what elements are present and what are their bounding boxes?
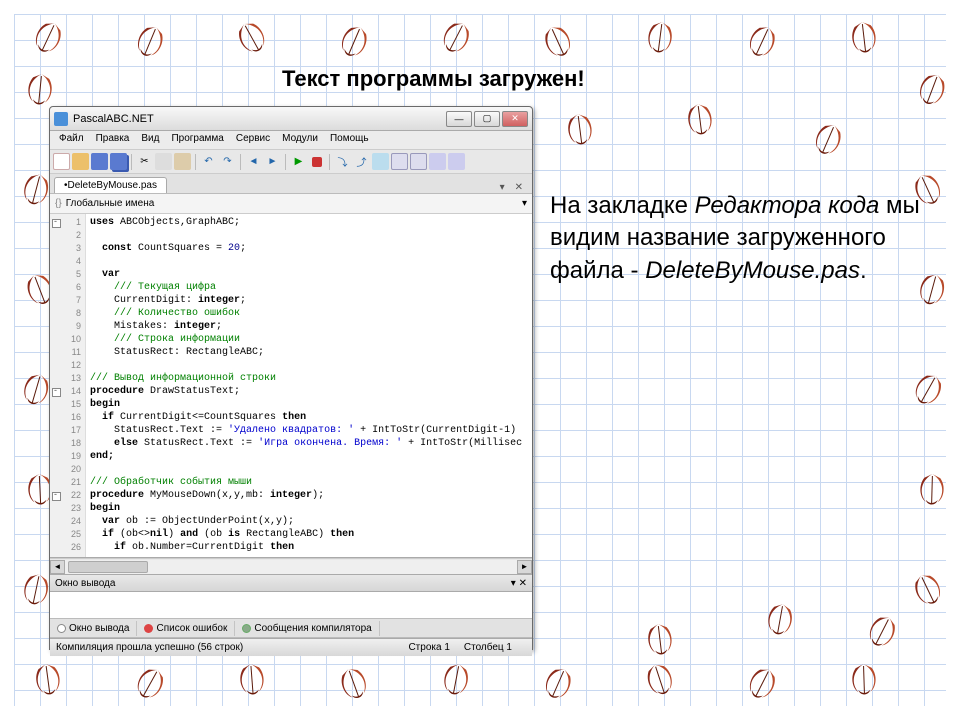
leaf-decoration: [558, 108, 603, 153]
ide-window: PascalABC.NET — ▢ ✕ Файл Правка Вид Прог…: [49, 106, 533, 650]
window-title: PascalABC.NET: [73, 113, 446, 125]
scroll-track[interactable]: [65, 560, 517, 574]
menu-program[interactable]: Программа: [165, 131, 229, 149]
menu-modules[interactable]: Модули: [276, 131, 324, 149]
leaf-decoration: [757, 597, 803, 643]
stepinto-icon[interactable]: ⤵: [334, 153, 351, 170]
toolbar: ✂ ↶ ↷ ◄ ► ▶ ⤵ ⤴: [50, 150, 532, 174]
tab-dropdown-icon[interactable]: ▾: [495, 182, 510, 193]
code-area[interactable]: uses ABCObjects,GraphABC; const CountSqu…: [86, 214, 532, 557]
line-gutter: 1234567891011121314151617181920212223242…: [50, 214, 86, 557]
close-button[interactable]: ✕: [502, 111, 528, 127]
redo-icon[interactable]: ↷: [219, 153, 236, 170]
menu-service[interactable]: Сервис: [230, 131, 276, 149]
tab-compiler[interactable]: Сообщения компилятора: [235, 621, 379, 636]
stepover-icon[interactable]: ⤴: [353, 153, 370, 170]
save-icon[interactable]: [91, 153, 108, 170]
minimize-button[interactable]: —: [446, 111, 472, 127]
editor-tab[interactable]: •DeleteByMouse.pas: [54, 177, 167, 193]
panel1-icon[interactable]: [429, 153, 446, 170]
leaf-decoration: [26, 658, 71, 703]
chevron-down-icon: ▾: [522, 198, 527, 209]
app-icon: [54, 112, 68, 126]
open-icon[interactable]: [72, 153, 89, 170]
scroll-left-icon[interactable]: ◄: [50, 560, 65, 574]
slide-description: На закладке Редактора кода мы видим назв…: [550, 190, 930, 287]
status-column: Столбец 1: [464, 642, 512, 653]
panel-close-icon[interactable]: ✕: [519, 578, 527, 589]
leaf-decoration: [843, 659, 884, 700]
tab-close-icon[interactable]: ✕: [510, 182, 528, 193]
saveall-icon[interactable]: [110, 153, 127, 170]
tab-output[interactable]: Окно вывода: [50, 621, 137, 636]
compile-icon[interactable]: [372, 153, 389, 170]
scroll-right-icon[interactable]: ►: [517, 560, 532, 574]
titlebar[interactable]: PascalABC.NET — ▢ ✕: [50, 107, 532, 131]
horizontal-scrollbar[interactable]: ◄ ►: [50, 558, 532, 574]
leaf-decoration: [231, 659, 274, 702]
run-icon[interactable]: ▶: [290, 153, 307, 170]
slide-title: Текст программы загружен!: [282, 66, 585, 92]
stop-icon[interactable]: [312, 157, 322, 167]
output-title: Окно вывода: [55, 578, 115, 589]
output-panel-header[interactable]: Окно вывода ▾ ✕: [50, 574, 532, 592]
leaf-decoration: [842, 16, 886, 60]
leaf-decoration: [638, 16, 683, 61]
menu-file[interactable]: Файл: [53, 131, 90, 149]
menubar: Файл Правка Вид Программа Сервис Модули …: [50, 131, 532, 150]
code-editor[interactable]: 1234567891011121314151617181920212223242…: [50, 214, 532, 558]
scope-dropdown[interactable]: {} Глобальные имена ▾: [50, 194, 532, 214]
cut-icon[interactable]: ✂: [136, 153, 153, 170]
leaf-decoration: [638, 618, 682, 662]
brace-icon: {}: [55, 198, 62, 209]
statusbar: Компиляция прошла успешно (56 строк) Стр…: [50, 638, 532, 656]
output-panel-body[interactable]: [50, 592, 532, 618]
undo-icon[interactable]: ↶: [200, 153, 217, 170]
maximize-button[interactable]: ▢: [474, 111, 500, 127]
tab-errors[interactable]: Список ошибок: [137, 621, 235, 636]
panel2-icon[interactable]: [448, 153, 465, 170]
form-icon[interactable]: [391, 153, 408, 170]
scroll-thumb[interactable]: [68, 561, 148, 573]
editor-tabbar: •DeleteByMouse.pas ▾ ✕: [50, 174, 532, 194]
leaf-decoration: [678, 98, 723, 143]
status-line: Строка 1: [408, 642, 449, 653]
menu-view[interactable]: Вид: [135, 131, 165, 149]
pin-icon[interactable]: ▾: [511, 578, 516, 589]
copy-icon[interactable]: [155, 153, 172, 170]
form2-icon[interactable]: [410, 153, 427, 170]
leaf-decoration: [433, 657, 480, 704]
leaf-decoration: [911, 469, 952, 510]
menu-edit[interactable]: Правка: [90, 131, 136, 149]
paste-icon[interactable]: [174, 153, 191, 170]
nav-fwd-icon[interactable]: ►: [264, 153, 281, 170]
nav-back-icon[interactable]: ◄: [245, 153, 262, 170]
status-message: Компиляция прошла успешно (56 строк): [56, 642, 243, 653]
bottom-tabs: Окно вывода Список ошибок Сообщения комп…: [50, 618, 532, 638]
scope-label: Глобальные имена: [66, 198, 155, 209]
new-icon[interactable]: [53, 153, 70, 170]
menu-help[interactable]: Помощь: [324, 131, 375, 149]
